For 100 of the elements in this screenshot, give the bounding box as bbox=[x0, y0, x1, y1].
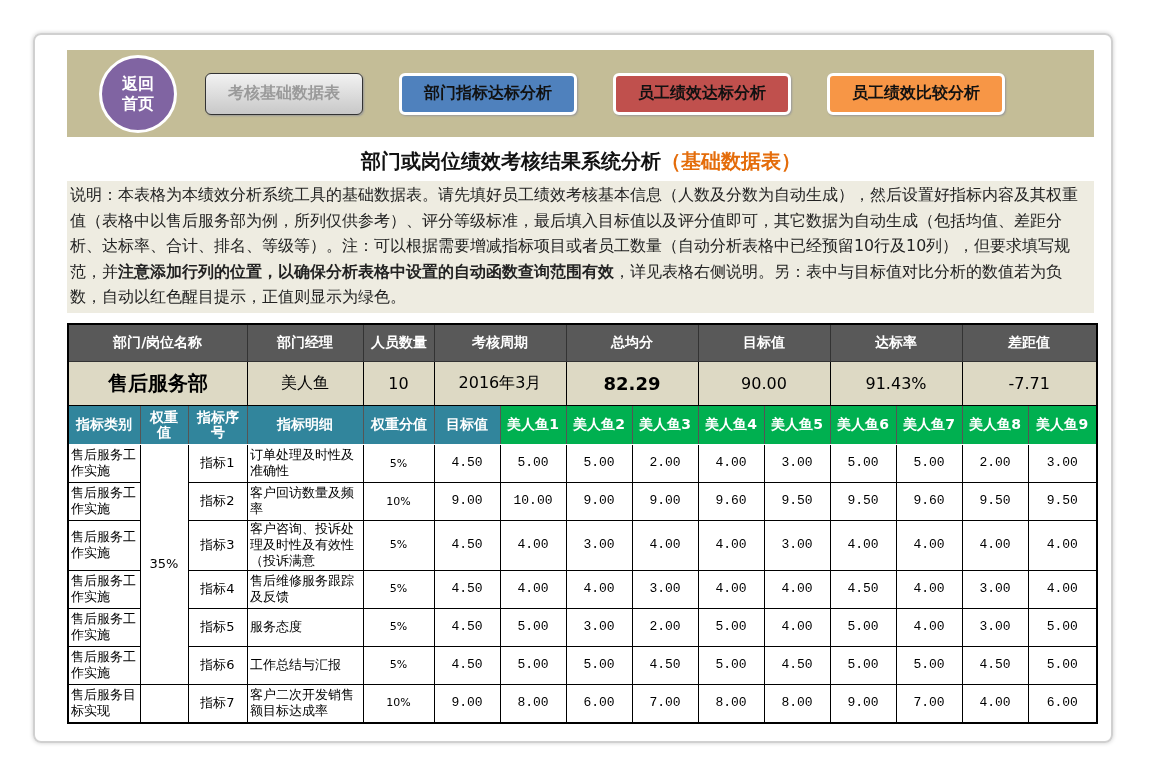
table-cell: 5.00 bbox=[830, 444, 896, 483]
table-cell: 9.50 bbox=[830, 482, 896, 521]
column-header: 美人鱼2 bbox=[566, 405, 632, 445]
table-cell: 4.00 bbox=[1028, 520, 1097, 571]
table-cell: 4.00 bbox=[698, 444, 764, 483]
table-cell: 2016年3月 bbox=[434, 361, 566, 406]
table-cell: 美人鱼 bbox=[247, 361, 363, 406]
table-cell: 4.00 bbox=[896, 570, 962, 609]
table-cell: 售后服务工作实施 bbox=[68, 482, 140, 521]
column-header: 人员数量 bbox=[363, 323, 434, 362]
table-cell: 2.00 bbox=[962, 444, 1028, 483]
table-cell: 5.00 bbox=[698, 646, 764, 685]
table-cell: 7.00 bbox=[632, 684, 698, 723]
table-cell: 2.00 bbox=[632, 608, 698, 647]
table-cell: 售后服务部 bbox=[68, 361, 247, 406]
table-cell: 9.50 bbox=[1028, 482, 1097, 521]
table-cell: 10% bbox=[363, 482, 434, 521]
table-cell: 5.00 bbox=[830, 608, 896, 647]
table-cell: 指标5 bbox=[188, 608, 247, 647]
table-cell: 91.43% bbox=[830, 361, 962, 406]
table-cell: 5% bbox=[363, 608, 434, 647]
table-cell: 指标7 bbox=[188, 684, 247, 723]
table-cell: 3.00 bbox=[962, 608, 1028, 647]
table-cell: 8.00 bbox=[500, 684, 566, 723]
table-cell: 4.00 bbox=[764, 570, 830, 609]
column-header: 美人鱼4 bbox=[698, 405, 764, 445]
table-cell: 客户咨询、投诉处理及时性及有效性（投诉满意 bbox=[247, 520, 363, 571]
table-cell: 5% bbox=[363, 646, 434, 685]
table-cell: 4.00 bbox=[698, 570, 764, 609]
column-header: 美人鱼3 bbox=[632, 405, 698, 445]
table-cell: 4.00 bbox=[764, 608, 830, 647]
table-cell: 4.00 bbox=[1028, 570, 1097, 609]
column-header: 权重分值 bbox=[363, 405, 434, 445]
column-header: 差距值 bbox=[962, 323, 1097, 362]
table-cell: 3.00 bbox=[962, 570, 1028, 609]
column-header: 指标序号 bbox=[188, 405, 247, 445]
column-header: 部门/岗位名称 bbox=[68, 323, 247, 362]
table-cell: 5.00 bbox=[566, 444, 632, 483]
column-header: 目标值 bbox=[698, 323, 830, 362]
column-header: 美人鱼6 bbox=[830, 405, 896, 445]
table-cell: 指标3 bbox=[188, 520, 247, 571]
table-cell: 3.00 bbox=[566, 608, 632, 647]
table-cell: 5.00 bbox=[500, 444, 566, 483]
table-cell: 9.00 bbox=[830, 684, 896, 723]
table-cell: 9.00 bbox=[434, 482, 500, 521]
table-cell: 4.50 bbox=[632, 646, 698, 685]
table-cell: 5.00 bbox=[500, 646, 566, 685]
column-header: 美人鱼1 bbox=[500, 405, 566, 445]
report-title: 部门或岗位绩效考核结果系统分析 bbox=[360, 148, 661, 175]
table-cell: 4.00 bbox=[962, 520, 1028, 571]
table-cell: 9.60 bbox=[698, 482, 764, 521]
table-cell: 客户二次开发销售额目标达成率 bbox=[247, 684, 363, 723]
home-button[interactable]: 返回首页 bbox=[99, 54, 177, 133]
table-cell: 服务态度 bbox=[247, 608, 363, 647]
table-cell: 10% bbox=[363, 684, 434, 723]
table-cell: 7.00 bbox=[896, 684, 962, 723]
table-cell: 4.00 bbox=[500, 570, 566, 609]
table-cell: 4.00 bbox=[830, 520, 896, 571]
column-header: 考核周期 bbox=[434, 323, 566, 362]
table-cell: 4.50 bbox=[962, 646, 1028, 685]
table-cell: 3.00 bbox=[566, 520, 632, 571]
table-cell: 9.60 bbox=[896, 482, 962, 521]
table-cell: 82.29 bbox=[566, 361, 698, 406]
column-header: 美人鱼5 bbox=[764, 405, 830, 445]
table-cell: 售后服务工作实施 bbox=[68, 646, 140, 685]
table-cell: 5% bbox=[363, 520, 434, 571]
table-cell: 5% bbox=[363, 570, 434, 609]
table-cell: 4.50 bbox=[434, 608, 500, 647]
table-cell: 5.00 bbox=[830, 646, 896, 685]
column-header: 总均分 bbox=[566, 323, 698, 362]
table-cell: 5.00 bbox=[896, 444, 962, 483]
column-header: 指标明细 bbox=[247, 405, 363, 445]
table-cell: 5.00 bbox=[698, 608, 764, 647]
nav-button[interactable]: 员工绩效比较分析 bbox=[827, 72, 1005, 115]
column-header: 美人鱼9 bbox=[1028, 405, 1097, 445]
table-cell: 6.00 bbox=[1028, 684, 1097, 723]
table-cell: 2.00 bbox=[632, 444, 698, 483]
table-cell: 指标2 bbox=[188, 482, 247, 521]
table-cell: 4.50 bbox=[830, 570, 896, 609]
table-cell: 9.00 bbox=[632, 482, 698, 521]
table-cell: 4.50 bbox=[764, 646, 830, 685]
table-cell: 5.00 bbox=[500, 608, 566, 647]
table-cell: 指标4 bbox=[188, 570, 247, 609]
table-cell: 售后服务工作实施 bbox=[68, 444, 140, 483]
nav-button[interactable]: 员工绩效达标分析 bbox=[613, 72, 791, 115]
nav-button[interactable]: 部门指标达标分析 bbox=[399, 72, 577, 115]
column-header: 美人鱼8 bbox=[962, 405, 1028, 445]
table-cell: 售后维修服务跟踪及反馈 bbox=[247, 570, 363, 609]
table-cell: 客户回访数量及频率 bbox=[247, 482, 363, 521]
table-cell: 9.50 bbox=[764, 482, 830, 521]
table-cell: 售后服务工作实施 bbox=[68, 520, 140, 571]
table-cell: 4.50 bbox=[434, 570, 500, 609]
column-header: 部门经理 bbox=[247, 323, 363, 362]
table-cell: -7.71 bbox=[962, 361, 1097, 406]
table-cell: 3.00 bbox=[764, 520, 830, 571]
table-cell: 4.00 bbox=[566, 570, 632, 609]
table-cell: 4.50 bbox=[434, 646, 500, 685]
table-cell: 5.00 bbox=[1028, 608, 1097, 647]
table-cell: 指标1 bbox=[188, 444, 247, 483]
note-text: 说明：本表格为本绩效分析系统工具的基础数据表。请先填好员工绩效考核基本信息（人数及分数为自动生成），然后设置好指标内容及其权重值（表格中以售后服务部为例，所列仅供参考）、评分等级标准，最后填入目标值以及评分值即可，其它数据为自动生成（包括均值、差距分析、达标率、合计、排名、等级等）。注：可以根据需要增减指标项目或者员工数量（自动分析表格中已经预留10行及10列），但要求填写规范，并注意添加行列的位置，以确保分析表格中设置的自动函数查询范围有效，详见表格右侧说明。另：表中与目标值对比分析的数值若为负数，自动以红色醒目提示，正值则显示为绿色。 bbox=[70, 184, 1079, 309]
